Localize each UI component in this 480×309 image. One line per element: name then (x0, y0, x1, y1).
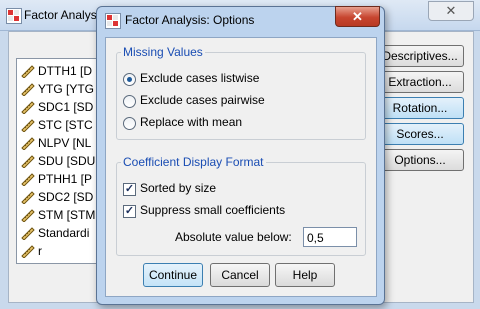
extraction-button[interactable]: Extraction... (376, 71, 464, 93)
exclude-listwise-radio[interactable] (123, 73, 136, 86)
missing-values-group: Missing Values Exclude cases listwise Ex… (116, 45, 366, 140)
variable-label: SDU [SDU (38, 154, 96, 168)
suppress-small-label[interactable]: Suppress small coefficients (140, 203, 285, 217)
missing-values-legend: Missing Values (121, 45, 205, 59)
suppress-small-checkbox[interactable]: ✓ (123, 205, 136, 218)
list-item[interactable]: SDC1 [SD (21, 97, 93, 117)
variable-label: NLPV [NL (38, 136, 92, 150)
variable-label: PTHH1 [P (38, 172, 93, 186)
list-item[interactable]: r (21, 241, 42, 261)
options-button[interactable]: Options... (376, 149, 464, 171)
ruler-icon (21, 137, 35, 150)
variable-label: DTTH1 [D (38, 64, 92, 78)
spss-table-icon (6, 8, 22, 24)
sorted-by-size-label[interactable]: Sorted by size (140, 181, 216, 195)
coefficient-format-group: Coefficient Display Format ✓ Sorted by s… (116, 155, 366, 256)
variable-label: STC [STC (38, 118, 93, 132)
variable-label: r (38, 244, 42, 258)
scores-button[interactable]: Scores... (376, 123, 464, 145)
exclude-pairwise-radio[interactable] (123, 95, 136, 108)
ruler-icon (21, 119, 35, 132)
variable-label: Standardi (38, 226, 90, 240)
list-item[interactable]: Standardi (21, 223, 89, 243)
help-button[interactable]: Help (275, 263, 335, 287)
exclude-listwise-label[interactable]: Exclude cases listwise (140, 71, 259, 85)
options-dialog: Factor Analysis: Options ✕ Missing Value… (96, 6, 385, 305)
close-button[interactable]: ✕ (335, 6, 380, 27)
absolute-value-input[interactable]: 0,5 (303, 227, 357, 247)
variable-label: YTG [YTG (38, 82, 95, 96)
list-item[interactable]: STC [STC (21, 115, 93, 135)
variable-label: SDC1 [SD (38, 100, 94, 114)
ruler-icon (21, 83, 35, 96)
list-item[interactable]: SDU [SDU (21, 151, 95, 171)
absolute-value-label: Absolute value below: (175, 230, 292, 244)
replace-with-mean-label[interactable]: Replace with mean (140, 115, 242, 129)
variable-label: STM [STM (38, 208, 96, 222)
dialog-title: Factor Analysis: Options (125, 13, 255, 27)
sorted-by-size-checkbox[interactable]: ✓ (123, 183, 136, 196)
ruler-icon (21, 101, 35, 114)
ruler-icon (21, 155, 35, 168)
ruler-icon (21, 245, 35, 258)
cancel-button[interactable]: Cancel (210, 263, 270, 287)
variable-label: SDC2 [SD (38, 190, 94, 204)
list-item[interactable]: DTTH1 [D (21, 61, 92, 81)
variable-list[interactable]: DTTH1 [D YTG [YTG SDC1 [SD STC [STC NLPV… (16, 58, 102, 264)
list-item[interactable]: NLPV [NL (21, 133, 91, 153)
replace-with-mean-radio[interactable] (123, 117, 136, 130)
spss-table-icon (105, 13, 121, 29)
background-window-title: Factor Analys (24, 8, 97, 22)
list-item[interactable]: SDC2 [SD (21, 187, 93, 207)
ruler-icon (21, 227, 35, 240)
rotation-button[interactable]: Rotation... (376, 97, 464, 119)
coefficient-format-legend: Coefficient Display Format (121, 155, 266, 169)
ruler-icon (21, 65, 35, 78)
list-item[interactable]: PTHH1 [P (21, 169, 92, 189)
ruler-icon (21, 209, 35, 222)
ruler-icon (21, 191, 35, 204)
descriptives-button[interactable]: Descriptives... (376, 45, 464, 67)
ruler-icon (21, 173, 35, 186)
list-item[interactable]: YTG [YTG (21, 79, 94, 99)
continue-button[interactable]: Continue (143, 263, 203, 287)
exclude-pairwise-label[interactable]: Exclude cases pairwise (140, 93, 265, 107)
dialog-body: Missing Values Exclude cases listwise Ex… (105, 37, 377, 297)
background-close-button[interactable]: ✕ (428, 1, 474, 21)
close-icon: ✕ (352, 9, 363, 24)
list-item[interactable]: STM [STM (21, 205, 95, 225)
